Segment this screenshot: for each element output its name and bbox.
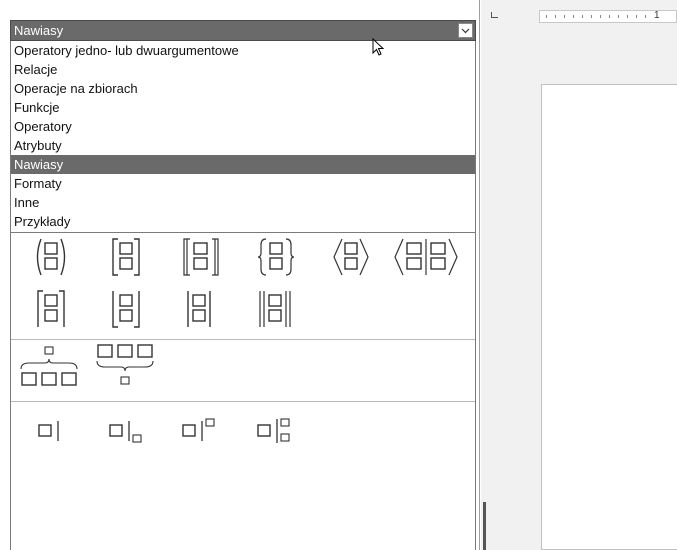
underbrace-icon[interactable]: [93, 341, 159, 389]
category-dropdown[interactable]: Nawiasy: [10, 20, 476, 41]
category-item[interactable]: Funkcje: [11, 98, 475, 117]
category-item[interactable]: Atrybuty: [11, 136, 475, 155]
horizontal-ruler[interactable]: 1: [539, 10, 677, 23]
category-item[interactable]: Formaty: [11, 174, 475, 193]
category-item[interactable]: Operatory jedno- lub dwuargumentowe: [11, 41, 475, 60]
category-item[interactable]: Operatory: [11, 117, 475, 136]
braces-section: [11, 339, 475, 402]
evaluate-superscript-icon[interactable]: [179, 417, 225, 447]
evaluate-subscript-icon[interactable]: [106, 417, 152, 447]
square-brackets-icon[interactable]: [106, 235, 146, 279]
ruler-mark: 1: [654, 10, 660, 21]
floor-icon[interactable]: [106, 287, 146, 331]
overbrace-icon[interactable]: [17, 345, 83, 393]
ruler-ticks: [546, 15, 646, 18]
angle-brackets-icon[interactable]: [329, 235, 373, 279]
brackets-section: [11, 233, 475, 340]
evaluate-section: [11, 401, 475, 550]
category-item-selected[interactable]: Nawiasy: [11, 155, 475, 174]
mouse-pointer-icon: [372, 37, 386, 63]
operator-brackets-icon[interactable]: [391, 235, 461, 279]
panel-splitter[interactable]: [483, 502, 486, 550]
chevron-down-icon[interactable]: [458, 23, 473, 38]
elements-panel: Nawiasy Operatory jedno- lub dwuargument…: [0, 0, 480, 550]
evaluate-sub-superscript-icon[interactable]: [254, 417, 300, 447]
ruler-corner: [491, 12, 498, 18]
category-item[interactable]: Inne: [11, 193, 475, 212]
document-page[interactable]: [541, 84, 677, 550]
category-list: Operatory jedno- lub dwuargumentowe Rela…: [10, 41, 476, 233]
curly-brackets-icon[interactable]: [254, 235, 298, 279]
round-brackets-icon[interactable]: [31, 235, 71, 279]
ceiling-icon[interactable]: [31, 287, 71, 331]
category-item[interactable]: Relacje: [11, 60, 475, 79]
double-lines-icon[interactable]: [254, 287, 298, 331]
single-lines-icon[interactable]: [179, 287, 219, 331]
double-square-brackets-icon[interactable]: [179, 235, 223, 279]
document-area: 1: [481, 0, 677, 550]
symbol-sections: [10, 233, 476, 550]
evaluate-icon[interactable]: [33, 417, 73, 447]
category-item[interactable]: Przykłady: [11, 212, 475, 231]
category-dropdown-value: Nawiasy: [14, 23, 64, 38]
category-item[interactable]: Operacje na zbiorach: [11, 79, 475, 98]
